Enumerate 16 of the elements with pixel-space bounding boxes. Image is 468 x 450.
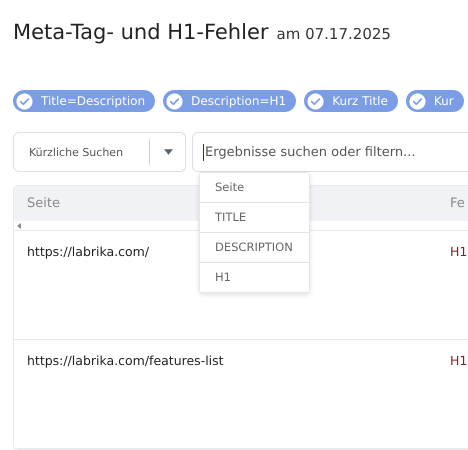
- report-date: am 07.17.2025: [276, 25, 391, 43]
- column-header: Fe: [450, 196, 465, 211]
- table-cell: H1: [450, 353, 468, 368]
- table-cell: H1: [450, 244, 468, 259]
- menu-item[interactable]: Seite: [200, 173, 309, 203]
- menu-item[interactable]: H1: [200, 263, 309, 292]
- table-cell: https://labrika.com/: [27, 244, 150, 259]
- table-cell: https://labrika.com/features-list: [27, 353, 224, 368]
- scroll-left-icon[interactable]: [17, 222, 21, 228]
- menu-item[interactable]: TITLE: [200, 203, 309, 233]
- page-title: Meta-Tag- und H1-Fehler: [13, 20, 268, 44]
- recent-searches-dropdown[interactable]: Kürzliche Suchen: [13, 132, 186, 172]
- column-header: Seite: [26, 196, 61, 211]
- caret-icon: [164, 149, 173, 155]
- search-field[interactable]: Ergebnisse suchen oder filtern...: [192, 132, 468, 172]
- menu-item[interactable]: DESCRIPTION: [200, 233, 309, 263]
